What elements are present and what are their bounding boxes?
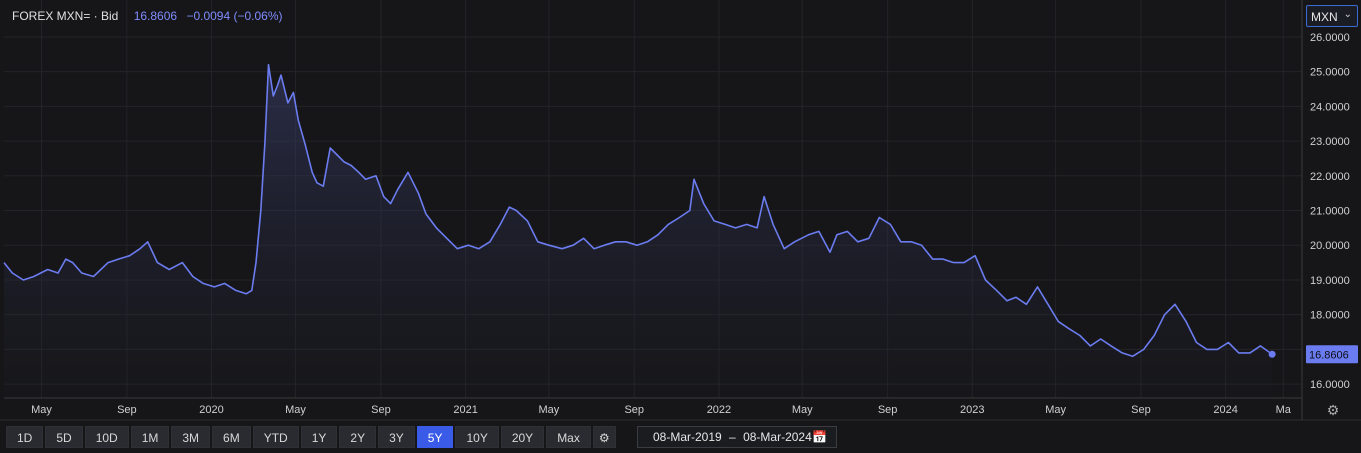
x-tick-label: Ma xyxy=(1276,404,1292,416)
y-tick-label: 20.0000 xyxy=(1310,240,1350,252)
y-tick-label: 22.0000 xyxy=(1310,171,1350,183)
range-button-ytd[interactable]: YTD xyxy=(252,426,299,448)
range-settings-icon[interactable]: ⚙ xyxy=(592,426,616,448)
x-tick-label: Sep xyxy=(117,404,137,416)
range-button-2y[interactable]: 2Y xyxy=(339,426,377,448)
range-button-10y[interactable]: 10Y xyxy=(455,426,499,448)
chart-settings-icon[interactable]: ⚙ xyxy=(1324,402,1342,420)
x-tick-label: Sep xyxy=(624,404,644,416)
range-button-3y[interactable]: 3Y xyxy=(378,426,415,448)
date-range-end: 08-Mar-2024 xyxy=(743,430,812,444)
y-tick-label: 18.0000 xyxy=(1310,310,1350,322)
y-tick-label: 21.0000 xyxy=(1310,206,1350,218)
date-range-separator: – xyxy=(729,430,736,444)
last-price: 16.8606 xyxy=(133,9,178,23)
x-tick-label: May xyxy=(1045,404,1066,416)
x-tick-label: Sep xyxy=(1131,404,1151,416)
range-button-max[interactable]: Max xyxy=(546,426,591,448)
x-tick-label: 2023 xyxy=(960,404,984,416)
y-tick-label: 16.0000 xyxy=(1310,379,1350,391)
calendar-icon[interactable]: 📅 xyxy=(812,427,827,447)
range-button-1y[interactable]: 1Y xyxy=(300,426,338,448)
currency-select[interactable]: MXN ⌄ xyxy=(1306,5,1358,27)
price-change: −0.0094 (−0.06%) xyxy=(186,9,283,23)
range-button-20y[interactable]: 20Y xyxy=(500,426,545,448)
range-button-3m[interactable]: 3M xyxy=(171,426,211,448)
range-button-5d[interactable]: 5D xyxy=(45,426,83,448)
price-chart[interactable]: 16.000017.000018.000019.000020.000021.00… xyxy=(0,0,1361,453)
range-button-5y[interactable]: 5Y xyxy=(416,426,454,448)
date-range-picker[interactable]: 08-Mar-2019 – 08-Mar-2024 📅 xyxy=(637,426,837,448)
x-tick-label: May xyxy=(31,404,52,416)
x-tick-label: 2024 xyxy=(1213,404,1237,416)
x-tick-label: May xyxy=(538,404,559,416)
x-tick-label: 2020 xyxy=(199,404,223,416)
range-button-6m[interactable]: 6M xyxy=(212,426,251,448)
last-point-marker xyxy=(1268,350,1276,358)
x-tick-label: Sep xyxy=(878,404,898,416)
x-tick-label: 2021 xyxy=(453,404,477,416)
x-tick-label: Sep xyxy=(371,404,391,416)
range-button-1m[interactable]: 1M xyxy=(130,426,170,448)
chart-header: FOREX MXN= · Bid 16.8606 −0.0094 (−0.06%… xyxy=(12,9,283,23)
y-tick-label: 25.0000 xyxy=(1310,67,1350,79)
currency-label: MXN xyxy=(1311,10,1338,24)
y-tick-label: 26.0000 xyxy=(1310,32,1350,44)
range-button-10d[interactable]: 10D xyxy=(84,426,129,448)
y-tick-label: 24.0000 xyxy=(1310,101,1350,113)
y-tick-label: 23.0000 xyxy=(1310,136,1350,148)
x-tick-label: May xyxy=(792,404,813,416)
chevron-down-icon: ⌄ xyxy=(1343,9,1352,20)
y-tick-label: 19.0000 xyxy=(1310,275,1350,287)
x-tick-label: 2022 xyxy=(707,404,731,416)
date-range-start: 08-Mar-2019 xyxy=(653,430,722,444)
last-price-tag-label: 16.8606 xyxy=(1309,349,1349,361)
range-selector: 1D 5D 10D 1M 3M 6M YTD 1Y 2Y 3Y 5Y 10Y 20Y Max ⚙ xyxy=(6,426,616,448)
instrument-symbol: FOREX MXN= · Bid xyxy=(12,9,119,23)
x-tick-label: May xyxy=(285,404,306,416)
range-button-1d[interactable]: 1D xyxy=(6,426,44,448)
